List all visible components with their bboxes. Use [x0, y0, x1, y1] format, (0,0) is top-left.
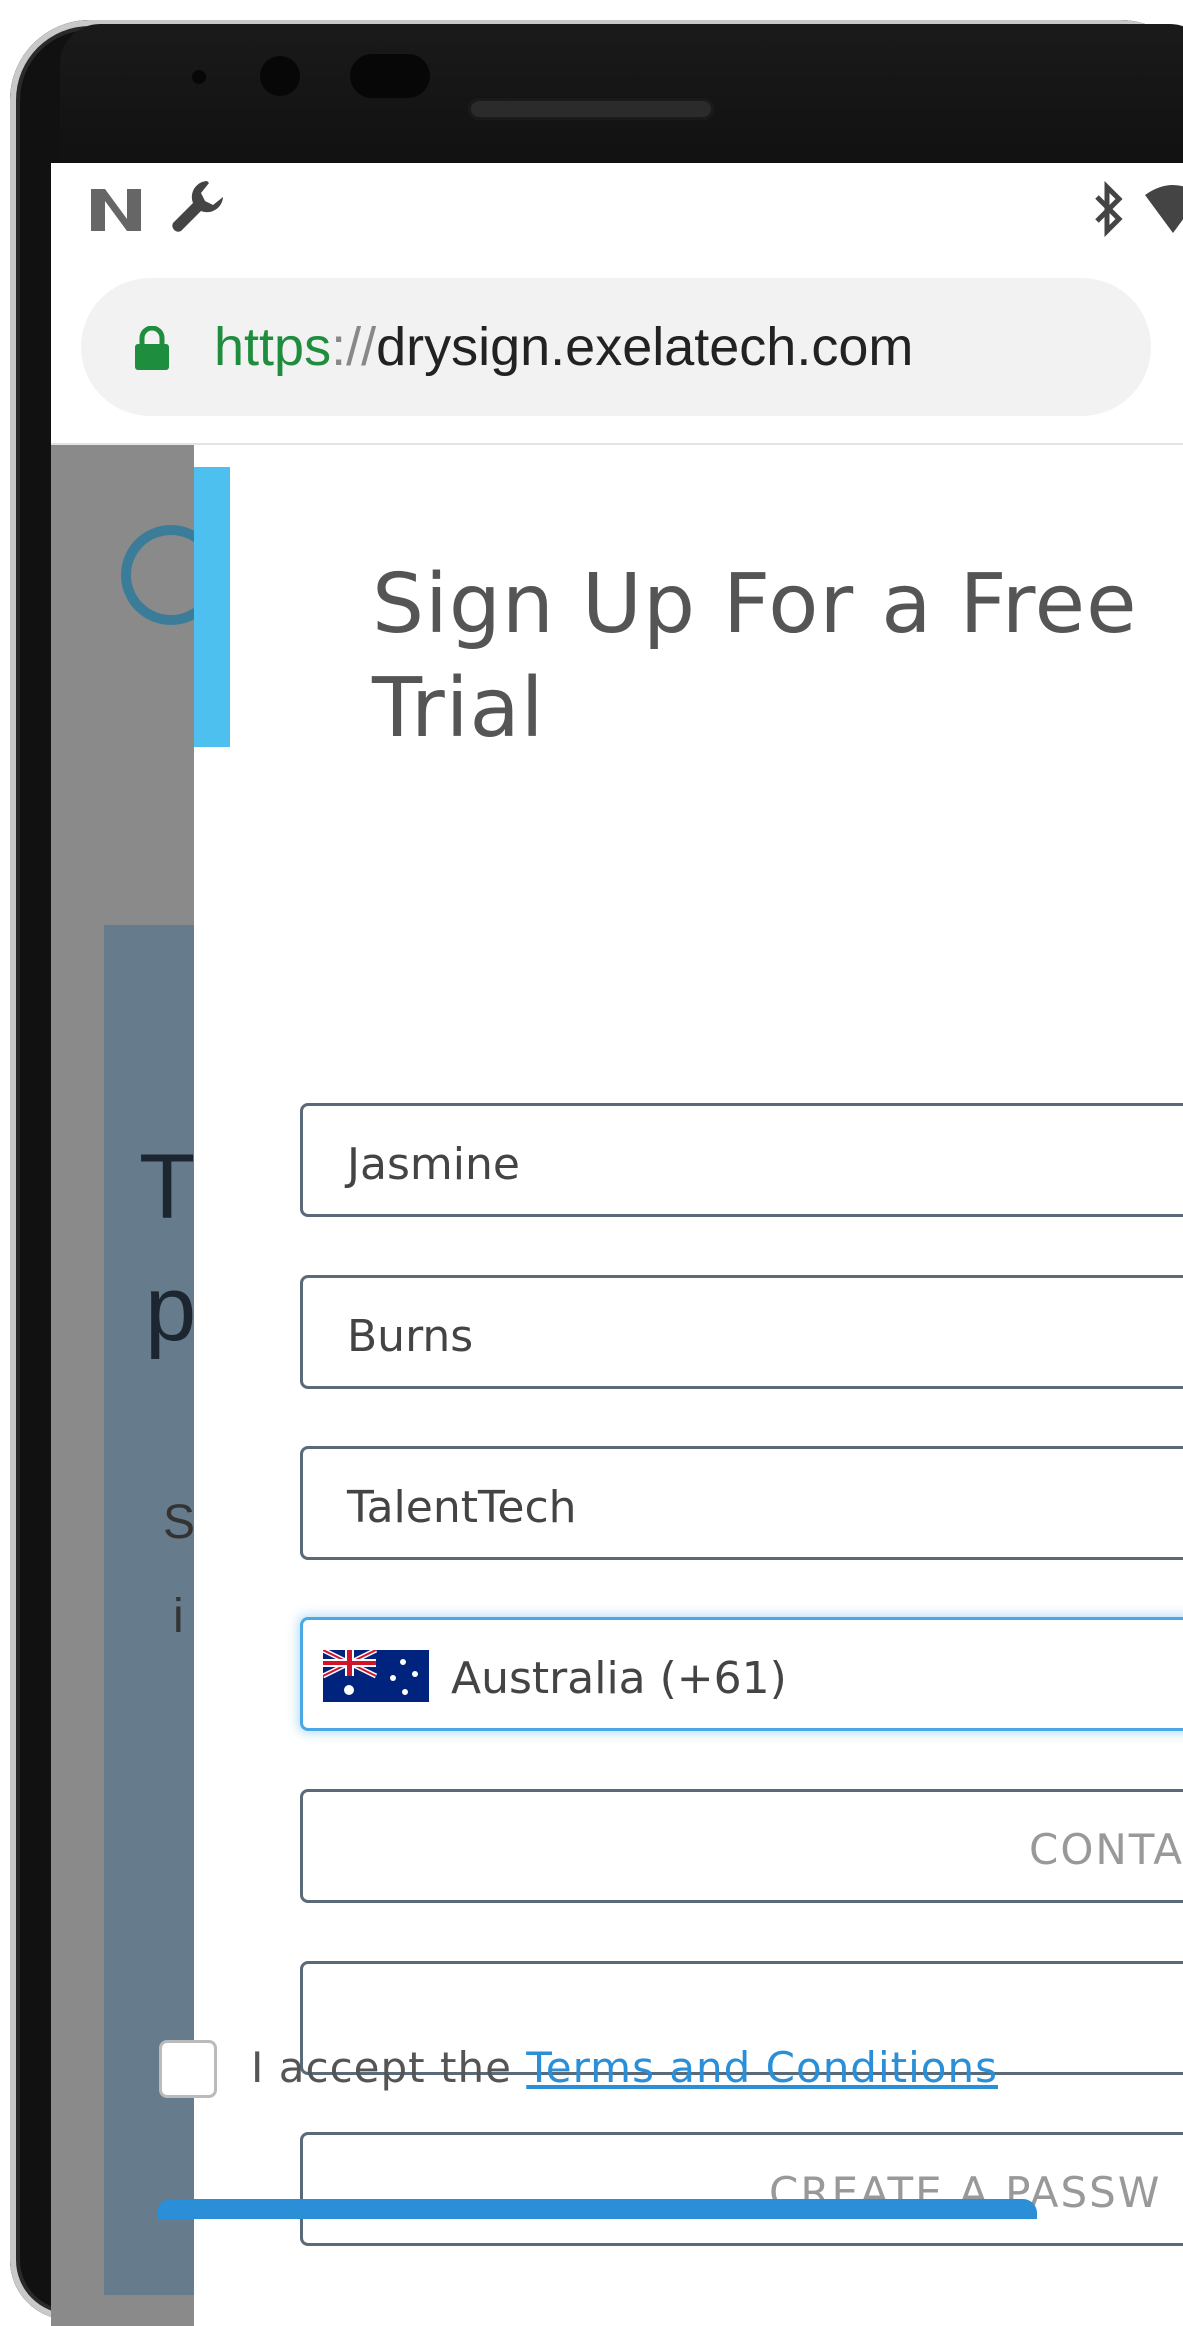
terms-prefix: I accept the	[251, 2043, 512, 2092]
front-camera	[260, 56, 300, 96]
earpiece-speaker	[468, 98, 714, 120]
contact-number-field[interactable]: CONTA	[300, 1789, 1183, 1903]
address-bar[interactable]: https://drysign.exelatech.com	[81, 278, 1151, 416]
phone-top-bezel	[60, 24, 1183, 164]
modal-accent-bar	[194, 467, 230, 747]
background-text-fragment: i	[173, 1590, 184, 1643]
company-value: TalentTech	[347, 1482, 577, 1533]
first-name-value: Jasmine	[347, 1139, 520, 1190]
front-sensor	[192, 70, 206, 84]
url-separator: ://	[331, 317, 377, 377]
last-name-value: Burns	[347, 1311, 474, 1362]
terms-link[interactable]: Terms and Conditions	[526, 2043, 998, 2092]
front-sensor-2	[350, 54, 430, 98]
background-text-fragment: T	[139, 1136, 196, 1238]
url-scheme: https	[214, 317, 332, 377]
country-code-select[interactable]: Australia (+61)	[300, 1617, 1183, 1731]
contact-number-placeholder: CONTA	[1029, 1825, 1183, 1874]
terms-checkbox[interactable]	[159, 2040, 217, 2098]
wifi-icon	[1145, 185, 1183, 233]
australia-flag-icon	[323, 1650, 429, 1702]
phone-frame: https://drysign.exelatech.com T p S i Si…	[0, 0, 1183, 2326]
lock-icon	[135, 326, 169, 370]
status-bar	[51, 163, 1183, 258]
background-text-fragment: p	[145, 1258, 197, 1360]
password-field[interactable]: CREATE A PASSW	[300, 2132, 1183, 2246]
company-field[interactable]: TalentTech	[300, 1446, 1183, 1560]
wrench-icon	[172, 181, 223, 232]
background-text-fragment: S	[163, 1496, 196, 1549]
last-name-field[interactable]: Burns	[300, 1275, 1183, 1389]
url-host: drysign.exelatech.com	[376, 317, 914, 377]
bluetooth-icon	[1095, 181, 1123, 237]
country-code-value: Australia (+61)	[451, 1653, 787, 1704]
terms-label: I accept the Terms and Conditions	[251, 2043, 998, 2092]
modal-title: Sign Up For a Free Trial	[372, 557, 1138, 756]
n-icon	[91, 189, 141, 231]
submit-button[interactable]	[157, 2199, 1037, 2219]
url-text[interactable]: https://drysign.exelatech.com	[214, 316, 913, 378]
phone-screen: https://drysign.exelatech.com T p S i Si…	[51, 163, 1183, 2326]
first-name-field[interactable]: Jasmine	[300, 1103, 1183, 1217]
